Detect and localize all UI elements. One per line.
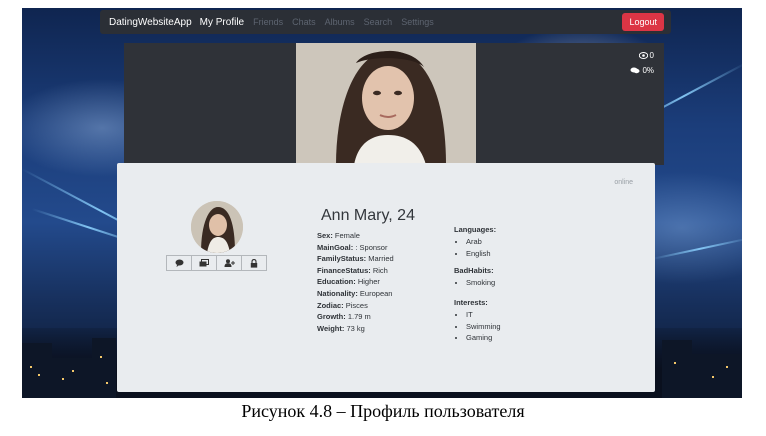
attr-nationality: Nationality: European: [317, 288, 393, 298]
light-streak: [651, 237, 742, 260]
albums-button[interactable]: [191, 255, 217, 271]
attr-growth: Growth: 1.79 m: [317, 312, 371, 322]
language-item: Arab: [466, 236, 496, 248]
figure-caption: Рисунок 4.8 – Профиль пользователя: [241, 401, 525, 421]
nav-chats[interactable]: Chats: [292, 17, 316, 27]
nav-my-profile[interactable]: My Profile: [200, 17, 244, 28]
language-item: English: [466, 248, 496, 260]
attr-zodiac: Zodiac: Pisces: [317, 300, 368, 310]
cover-panel: 0 0%: [124, 43, 664, 165]
profile-name: Ann Mary, 24: [321, 207, 415, 224]
views-count: 0: [649, 51, 654, 60]
badhabits-section: BadHabits: Smoking: [454, 266, 495, 289]
badhabits-title: BadHabits:: [454, 266, 494, 275]
top-navbar: DatingWebsiteApp My Profile Friends Chat…: [100, 10, 671, 34]
languages-title: Languages:: [454, 225, 497, 234]
message-button[interactable]: [166, 255, 192, 271]
interests-section: Interests: IT Swimming Gaming: [454, 298, 501, 344]
nav-search[interactable]: Search: [364, 17, 393, 27]
views-counter: 0: [638, 51, 654, 60]
lock-icon: [250, 258, 258, 268]
avatar[interactable]: [191, 201, 243, 253]
album-icon: [199, 259, 209, 267]
logout-button[interactable]: Logout: [622, 13, 664, 31]
comments-percent: 0%: [642, 66, 654, 75]
comments-icon: [630, 67, 640, 74]
comments-counter: 0%: [630, 66, 654, 75]
attr-main-goal: MainGoal: : Sponsor: [317, 242, 388, 252]
interest-item: IT: [466, 309, 501, 321]
chat-icon: [175, 259, 183, 267]
portrait-image: [296, 43, 476, 165]
brand-logo[interactable]: DatingWebsiteApp: [109, 17, 192, 28]
interest-item: Gaming: [466, 332, 501, 344]
nav-albums[interactable]: Albums: [325, 17, 355, 27]
badhabit-item: Smoking: [466, 277, 495, 289]
block-button[interactable]: [241, 255, 267, 271]
add-friend-icon: [224, 259, 235, 267]
online-status: online: [614, 179, 633, 186]
profile-actions: [166, 255, 267, 271]
languages-section: Languages: Arab English: [454, 225, 496, 259]
avatar-image: [191, 201, 243, 253]
add-friend-button[interactable]: [216, 255, 242, 271]
profile-card: online Ann Mary, 24 Sex: Female MainGoal…: [117, 163, 655, 392]
interest-item: Swimming: [466, 321, 501, 333]
attr-education: Education: Higher: [317, 277, 380, 287]
attr-sex: Sex: Female: [317, 231, 360, 240]
eye-icon: [638, 52, 648, 59]
attr-weight: Weight: 73 kg: [317, 323, 365, 333]
attr-finance-status: FinanceStatus: Rich: [317, 265, 388, 275]
cover-photo[interactable]: [296, 43, 476, 165]
nav-settings[interactable]: Settings: [401, 17, 434, 27]
profile-attributes: Sex: Female MainGoal: : Sponsor FamilySt…: [317, 230, 394, 334]
attr-family-status: FamilyStatus: Married: [317, 254, 394, 264]
app-screenshot: DatingWebsiteApp My Profile Friends Chat…: [22, 8, 742, 398]
interests-title: Interests:: [454, 298, 488, 307]
nav-friends[interactable]: Friends: [253, 17, 283, 27]
